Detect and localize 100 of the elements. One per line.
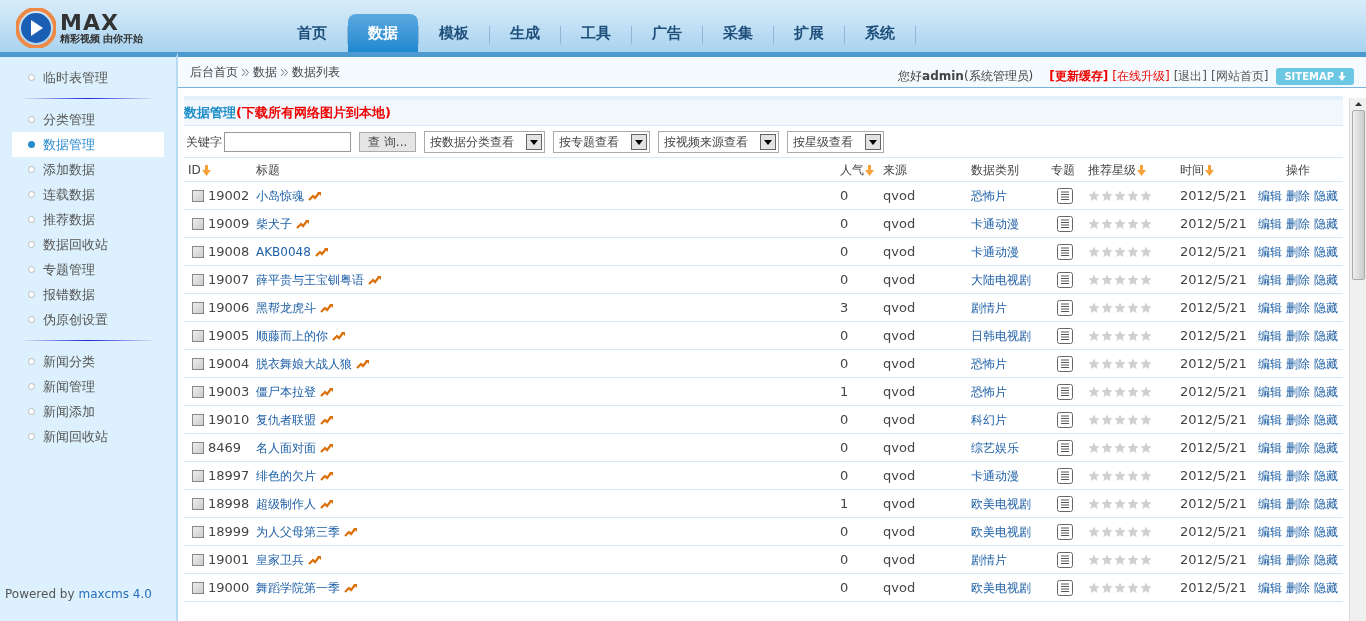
category-link[interactable]: 日韩电视剧 (971, 328, 1031, 343)
document-icon[interactable] (1057, 327, 1073, 344)
row-checkbox[interactable] (192, 525, 204, 538)
action-link[interactable]: 删除 (1286, 326, 1310, 345)
action-link[interactable]: 编辑 (1258, 270, 1282, 289)
download-images-link[interactable]: (下载所有网络图片到本地) (236, 102, 391, 123)
action-link[interactable]: 编辑 (1258, 494, 1282, 513)
title-link[interactable]: 黑帮龙虎斗 (256, 298, 316, 317)
document-icon[interactable] (1057, 579, 1073, 596)
action-link[interactable]: 编辑 (1258, 438, 1282, 457)
row-checkbox[interactable] (192, 273, 204, 286)
title-link[interactable]: 顺藤而上的你 (256, 326, 328, 345)
action-link[interactable]: 编辑 (1258, 550, 1282, 569)
sidebar-item[interactable]: 临时表管理 (12, 65, 164, 90)
sidebar-item[interactable]: 专题管理 (12, 257, 164, 282)
filter-select[interactable]: 按专题查看 (553, 130, 651, 153)
action-link[interactable]: 编辑 (1258, 326, 1282, 345)
footer-link[interactable]: maxcms 4.0 (78, 585, 152, 603)
action-link[interactable]: 编辑 (1258, 186, 1282, 205)
title-link[interactable]: 复仇者联盟 (256, 410, 316, 429)
title-link[interactable]: 僵尸本拉登 (256, 382, 316, 401)
action-link[interactable]: 隐藏 (1314, 466, 1338, 485)
sidebar-item[interactable]: 新闻添加 (12, 399, 164, 424)
category-link[interactable]: 大陆电视剧 (971, 272, 1031, 287)
column-header[interactable]: ID (188, 162, 201, 177)
sidebar-item[interactable]: 新闻回收站 (12, 424, 164, 449)
row-checkbox[interactable] (192, 189, 204, 202)
action-link[interactable]: 隐藏 (1314, 326, 1338, 345)
title-link[interactable]: 脱衣舞娘大战人狼 (256, 354, 352, 373)
action-link[interactable]: 删除 (1286, 242, 1310, 261)
row-checkbox[interactable] (192, 497, 204, 510)
title-link[interactable]: 皇家卫兵 (256, 550, 304, 569)
sidebar-item[interactable]: 报错数据 (12, 282, 164, 307)
action-link[interactable]: 隐藏 (1314, 214, 1338, 233)
document-icon[interactable] (1057, 411, 1073, 428)
nav-tab[interactable]: 系统 (845, 14, 915, 52)
column-header[interactable]: 推荐星级 (1088, 162, 1136, 177)
action-link[interactable]: 编辑 (1258, 242, 1282, 261)
category-link[interactable]: 欧美电视剧 (971, 496, 1031, 511)
scrollbar[interactable] (1349, 98, 1366, 621)
title-link[interactable]: 舞蹈学院第一季 (256, 578, 340, 597)
action-link[interactable]: 隐藏 (1314, 382, 1338, 401)
document-icon[interactable] (1057, 523, 1073, 540)
row-checkbox[interactable] (192, 413, 204, 426)
title-link[interactable]: 柴犬子 (256, 214, 292, 233)
action-link[interactable]: 删除 (1286, 438, 1310, 457)
action-link[interactable]: 编辑 (1258, 522, 1282, 541)
filter-select[interactable]: 按星级查看 (787, 130, 885, 153)
category-link[interactable]: 恐怖片 (971, 356, 1007, 371)
search-button[interactable]: 查 询... (359, 131, 417, 152)
action-link[interactable]: 隐藏 (1314, 354, 1338, 373)
row-checkbox[interactable] (192, 357, 204, 370)
document-icon[interactable] (1057, 215, 1073, 232)
action-link[interactable]: 删除 (1286, 354, 1310, 373)
sidebar-item[interactable]: 伪原创设置 (12, 307, 164, 332)
title-link[interactable]: 为人父母第三季 (256, 522, 340, 541)
document-icon[interactable] (1057, 271, 1073, 288)
title-link[interactable]: 超级制作人 (256, 494, 316, 513)
action-link[interactable]: 编辑 (1258, 354, 1282, 373)
breadcrumb-link[interactable]: 后台首页 (190, 63, 238, 81)
sidebar-item[interactable]: 新闻管理 (12, 374, 164, 399)
row-checkbox[interactable] (192, 301, 204, 314)
row-checkbox[interactable] (192, 441, 204, 454)
row-checkbox[interactable] (192, 469, 204, 482)
sidebar-item[interactable]: 推荐数据 (12, 207, 164, 232)
document-icon[interactable] (1057, 551, 1073, 568)
category-link[interactable]: 卡通动漫 (971, 468, 1019, 483)
row-checkbox[interactable] (192, 385, 204, 398)
action-link[interactable]: 删除 (1286, 270, 1310, 289)
nav-tab[interactable]: 工具 (561, 14, 631, 52)
nav-tab[interactable]: 生成 (490, 14, 560, 52)
action-link[interactable]: 隐藏 (1314, 270, 1338, 289)
header-link[interactable]: [更新缓存] (1049, 67, 1109, 85)
action-link[interactable]: 编辑 (1258, 578, 1282, 597)
action-link[interactable]: 编辑 (1258, 382, 1282, 401)
header-link[interactable]: [在线升级] (1112, 67, 1170, 85)
sidebar-item[interactable]: 分类管理 (12, 107, 164, 132)
document-icon[interactable] (1057, 467, 1073, 484)
title-link[interactable]: 薛平贵与王宝钏粤语 (256, 270, 364, 289)
sidebar-item[interactable]: 添加数据 (12, 157, 164, 182)
nav-tab[interactable]: 广告 (632, 14, 702, 52)
nav-tab[interactable]: 首页 (277, 14, 347, 52)
action-link[interactable]: 隐藏 (1314, 438, 1338, 457)
row-checkbox[interactable] (192, 329, 204, 342)
filter-select[interactable]: 按视频来源查看 (658, 130, 780, 153)
action-link[interactable]: 编辑 (1258, 466, 1282, 485)
header-link[interactable]: [网站首页] (1211, 67, 1269, 85)
keyword-input-field[interactable] (224, 131, 351, 152)
column-header[interactable]: 时间 (1180, 162, 1204, 177)
sidebar-item[interactable]: 连载数据 (12, 182, 164, 207)
action-link[interactable]: 隐藏 (1314, 494, 1338, 513)
title-link[interactable]: AKB0048 (256, 242, 311, 261)
action-link[interactable]: 删除 (1286, 298, 1310, 317)
action-link[interactable]: 删除 (1286, 578, 1310, 597)
action-link[interactable]: 编辑 (1258, 410, 1282, 429)
category-link[interactable]: 剧情片 (971, 552, 1007, 567)
filter-select[interactable]: 按数据分类查看 (424, 130, 546, 153)
row-checkbox[interactable] (192, 217, 204, 230)
action-link[interactable]: 隐藏 (1314, 410, 1338, 429)
action-link[interactable]: 隐藏 (1314, 186, 1338, 205)
